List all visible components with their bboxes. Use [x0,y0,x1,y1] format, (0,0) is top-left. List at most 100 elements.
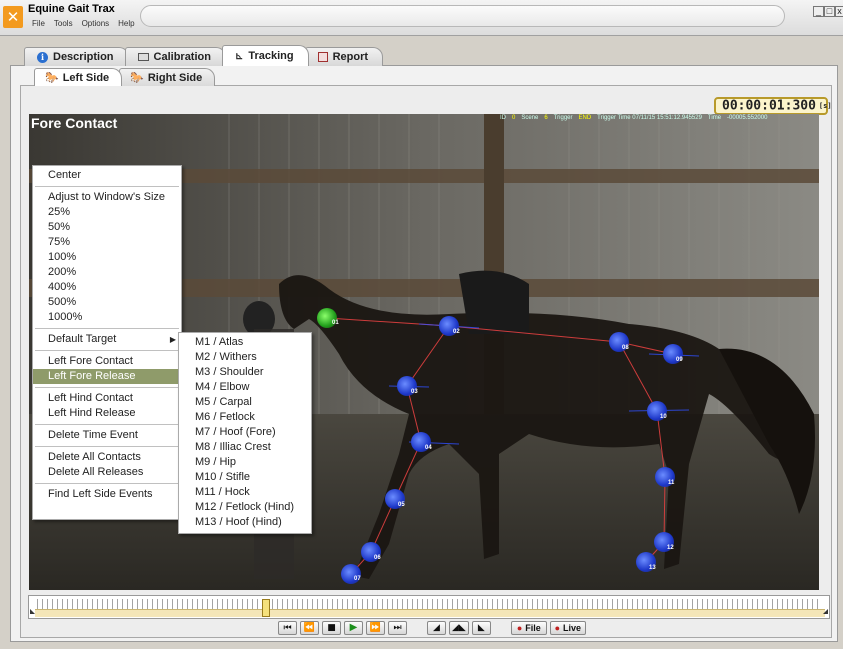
tab-description[interactable]: i Description [24,47,129,66]
submenu-arrow-icon: ▶ [169,335,176,344]
menu-item-find-left-side-events[interactable]: Find Left Side Events [33,487,181,502]
tab-tracking[interactable]: ⊾ Tracking [221,45,309,66]
horse-icon: 🐎 [130,72,144,84]
calibration-icon [137,53,149,61]
minimize-button[interactable]: _ [813,6,824,17]
menu-bar: File Tools Options Help [32,19,135,28]
skip-to-start-button[interactable]: ⏮ [278,621,297,635]
menu-item-left-hind-contact[interactable]: Left Hind Contact [33,391,181,406]
submenu-item-m10[interactable]: M10 / Stifle [179,470,311,485]
marker-label: 03 [411,389,418,395]
submenu-item-m4[interactable]: M4 / Elbow [179,380,311,395]
report-icon [317,52,328,62]
default-target-submenu: M1 / Atlas M2 / Withers M3 / Shoulder M4… [178,332,312,534]
marker-label: 12 [667,545,674,551]
menu-item-left-fore-contact[interactable]: Left Fore Contact [33,354,181,369]
tab-label: Left Side [62,71,110,84]
close-button[interactable]: x [835,6,843,17]
submenu-item-m8[interactable]: M8 / Illiac Crest [179,440,311,455]
submenu-item-m7[interactable]: M7 / Hoof (Fore) [179,425,311,440]
stop-button[interactable]: ■ [322,621,341,635]
file-source-button[interactable]: ● File [510,621,547,635]
video-title: Fore Contact [31,115,118,131]
submenu-item-m9[interactable]: M9 / Hip [179,455,311,470]
menu-help[interactable]: Help [118,19,134,28]
marker-label: 08 [622,345,629,351]
title-bar: ✕ Equine Gait Trax File Tools Options He… [0,0,843,36]
marker-label: 04 [425,445,432,451]
timeline[interactable] [28,595,830,619]
tab-label: Description [53,51,114,63]
app-title: Equine Gait Trax [28,3,115,15]
overlay-trigger-label: Trigger [553,115,573,121]
main-tabs: i Description Calibration ⊾ Tracking Rep… [24,45,384,66]
menu-file[interactable]: File [32,19,45,28]
menu-item-adjust-window[interactable]: Adjust to Window's Size [33,190,181,205]
live-label: Live [563,623,582,633]
maximize-button[interactable]: □ [824,6,835,17]
play-button[interactable]: ▶ [344,621,363,635]
menu-item-delete-all-releases[interactable]: Delete All Releases [33,465,181,480]
menu-separator [35,424,179,425]
range-button[interactable]: ◢◣ [449,621,469,635]
record-dot-icon: ● [516,623,523,633]
overlay-id-value: 0 [512,115,516,121]
menu-item-zoom-25[interactable]: 25% [33,205,181,220]
overlay-id-label: ID [500,115,506,121]
timeline-end-marker [823,609,828,614]
menu-item-default-target[interactable]: Default Target ▶ [33,332,181,347]
timecode-unit: [s] [818,102,832,110]
tab-left-side[interactable]: 🐎 Left Side [34,68,123,86]
submenu-item-m2[interactable]: M2 / Withers [179,350,311,365]
submenu-item-m11[interactable]: M11 / Hock [179,485,311,500]
title-address-field[interactable] [140,5,785,27]
marker-label: 07 [354,576,361,582]
menu-options[interactable]: Options [82,19,110,28]
overlay-time-label: Time [707,115,722,121]
tab-label: Right Side [147,71,203,84]
menu-item-zoom-75[interactable]: 75% [33,235,181,250]
submenu-item-m3[interactable]: M3 / Shoulder [179,365,311,380]
submenu-item-m13[interactable]: M13 / Hoof (Hind) [179,515,311,530]
menu-item-left-fore-release[interactable]: Left Fore Release [33,369,181,384]
menu-item-zoom-50[interactable]: 50% [33,220,181,235]
menu-item-zoom-400[interactable]: 400% [33,280,181,295]
overlay-scene-label: Scene [521,115,539,121]
record-dot-icon: ● [554,623,561,633]
submenu-item-m12[interactable]: M12 / Fetlock (Hind) [179,500,311,515]
tab-report[interactable]: Report [304,47,384,66]
submenu-item-m5[interactable]: M5 / Carpal [179,395,311,410]
horse-icon: 🐎 [45,72,59,84]
menu-item-zoom-200[interactable]: 200% [33,265,181,280]
menu-item-zoom-100[interactable]: 100% [33,250,181,265]
timeline-track[interactable] [35,609,825,617]
menu-item-zoom-1000[interactable]: 1000% [33,310,181,325]
mark-in-button[interactable]: ◢ [427,621,446,635]
marker-label: 02 [453,329,460,335]
marker-label: 09 [676,357,683,363]
menu-separator [35,446,179,447]
menu-item-delete-time-event[interactable]: Delete Time Event [33,428,181,443]
tracking-icon: ⊾ [234,50,244,62]
timeline-scrubber-handle[interactable] [262,599,270,617]
live-source-button[interactable]: ● Live [549,621,586,635]
skip-to-end-button[interactable]: ⏭ [388,621,407,635]
mark-out-button[interactable]: ◣ [471,621,491,635]
tab-calibration[interactable]: Calibration [124,47,226,66]
menu-item-center[interactable]: Center [33,168,181,183]
timecode-value: 00:00:01:300 [722,98,816,114]
timeline-start-marker [30,609,35,614]
tab-label: Report [332,51,369,63]
menu-item-left-hind-release[interactable]: Left Hind Release [33,406,181,421]
rewind-button[interactable]: ⏪ [300,621,319,635]
submenu-item-m1[interactable]: M1 / Atlas [179,335,311,350]
tab-right-side[interactable]: 🐎 Right Side [119,68,216,86]
menu-item-zoom-500[interactable]: 500% [33,295,181,310]
tab-label: Tracking [248,50,294,62]
fast-forward-button[interactable]: ⏩ [366,621,385,635]
overlay-scene-value: 6 [544,115,548,121]
marker-label: 13 [649,565,656,571]
menu-tools[interactable]: Tools [54,19,73,28]
submenu-item-m6[interactable]: M6 / Fetlock [179,410,311,425]
menu-item-delete-all-contacts[interactable]: Delete All Contacts [33,450,181,465]
